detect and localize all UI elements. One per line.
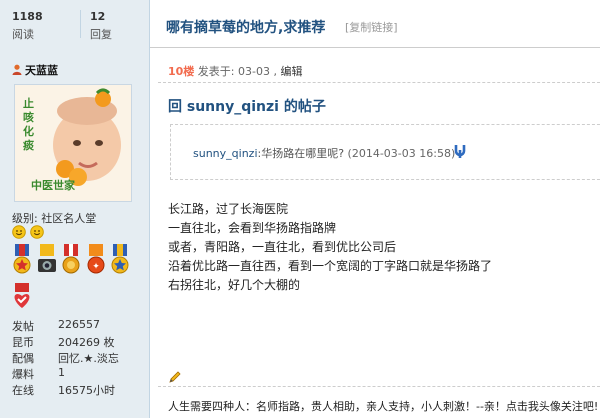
info-value[interactable]: 回忆.★.淡忘 xyxy=(58,350,119,366)
avatar-text: 止咳化痰 xyxy=(23,97,34,152)
meta-divider xyxy=(158,82,600,83)
avatar[interactable]: 中医世家 止咳化痰 xyxy=(14,84,132,202)
heart-medal-icon[interactable] xyxy=(12,283,32,309)
user-info: 发帖 226557 昆币 204269 枚 配偶 回忆.★.淡忘 爆料 1 在线 1657… xyxy=(12,318,142,398)
signature-divider xyxy=(158,386,600,387)
post-body: 长江路，过了长海医院 一直往北，会看到华扬路指路牌 或者，青阳路，一直往北，看到… xyxy=(168,200,492,295)
post-line: 一直往北，会看到华扬路指路牌 xyxy=(168,221,337,235)
medal-icon[interactable] xyxy=(110,244,130,276)
username-text: 天蓝蓝 xyxy=(25,64,58,77)
replies-label: 回复 xyxy=(90,28,112,41)
info-row-tips: 爆料 1 xyxy=(12,366,142,382)
info-key: 爆料 xyxy=(12,368,34,381)
floor-number[interactable]: 10楼 xyxy=(168,65,194,78)
post-line: 长江路，过了长海医院 xyxy=(168,202,289,216)
medal-icon[interactable] xyxy=(12,244,32,276)
thread-stats: 1188 阅读 12 回复 xyxy=(0,0,150,48)
info-key: 在线 xyxy=(12,384,34,397)
info-value: 1 xyxy=(58,366,65,379)
quote-user-link[interactable]: sunny_qinzi xyxy=(193,147,258,160)
level-label: 级别: xyxy=(12,212,42,225)
info-value: 16575小时 xyxy=(58,384,115,397)
replies-stat: 12 回复 xyxy=(90,10,150,42)
info-key: 配偶 xyxy=(12,352,34,365)
replies-count: 12 xyxy=(90,10,106,23)
quote-block: sunny_qinzi:华扬路在哪里呢? (2014-03-03 16:58) xyxy=(170,124,600,180)
signature: 人生需要四种人：名师指路，贵人相助，亲人支持，小人刺激！--亲！点击我头像关注吧… xyxy=(168,400,599,413)
info-value: 204269 枚 xyxy=(58,336,115,349)
views-label: 阅读 xyxy=(12,28,34,41)
views-stat: 1188 阅读 xyxy=(12,10,72,42)
post-line: 沿着优比路一直往西，看到一个宽阔的丁字路口就是华扬路了 xyxy=(168,259,493,273)
thread-title[interactable]: 哪有摘草莓的地方,求推荐 xyxy=(166,17,325,37)
stats-divider xyxy=(80,10,81,38)
reply-title: 回 sunny_qinzi 的帖子 xyxy=(168,99,326,115)
quote-jump-icon[interactable] xyxy=(453,144,467,158)
quote-date: (2014-03-03 16:58) xyxy=(347,147,456,160)
info-key: 昆币 xyxy=(12,336,34,349)
camera-icon[interactable] xyxy=(37,244,57,276)
info-row-online: 在线 16575小时 xyxy=(12,382,142,398)
thread-header: 1188 阅读 12 回复 哪有摘草莓的地方,求推荐 [复制链接] xyxy=(0,0,600,48)
user-level: 级别: 社区名人堂 xyxy=(12,210,96,226)
level-stars xyxy=(12,225,44,242)
post-line: 右拐往北，好几个大棚的 xyxy=(168,278,301,292)
copy-link-button[interactable]: [复制链接] xyxy=(345,19,398,35)
pencil-icon xyxy=(169,371,181,383)
avatar-caption: 中医世家 xyxy=(31,178,76,192)
info-row-coins: 昆币 204269 枚 xyxy=(12,334,142,350)
edit-link[interactable]: 编辑 xyxy=(280,65,302,78)
level-value[interactable]: 社区名人堂 xyxy=(41,212,96,225)
smiley-icon xyxy=(29,225,44,239)
medal-row: ✦ xyxy=(12,244,142,279)
medal-icon[interactable] xyxy=(61,244,81,276)
posted-at: 发表于: 03-03 , xyxy=(194,65,281,78)
info-value: 226557 xyxy=(58,318,100,331)
user-sidebar: 天蓝蓝 中医世家 止咳化痰 级别: 社区名人堂 ✦ 发帖 226557 昆币 2… xyxy=(0,48,150,418)
quote-text: sunny_qinzi:华扬路在哪里呢? (2014-03-03 16:58) xyxy=(193,145,455,161)
quote-content: :华扬路在哪里呢? xyxy=(257,147,348,160)
smiley-icon xyxy=(12,225,26,239)
info-row-spouse: 配偶 回忆.★.淡忘 xyxy=(12,350,142,366)
svg-text:✦: ✦ xyxy=(92,262,100,272)
post-meta: 10楼 发表于: 03-03 , 编辑 xyxy=(168,63,302,79)
medal-icon[interactable]: ✦ xyxy=(86,244,106,276)
user-icon xyxy=(12,64,22,75)
views-count: 1188 xyxy=(12,10,43,23)
info-key: 发帖 xyxy=(12,320,34,333)
info-row-posts: 发帖 226557 xyxy=(12,318,142,334)
medal-row-2 xyxy=(12,283,32,312)
username[interactable]: 天蓝蓝 xyxy=(12,62,58,78)
post-line: 或者，青阳路，一直往北，看到优比公司后 xyxy=(168,240,397,254)
